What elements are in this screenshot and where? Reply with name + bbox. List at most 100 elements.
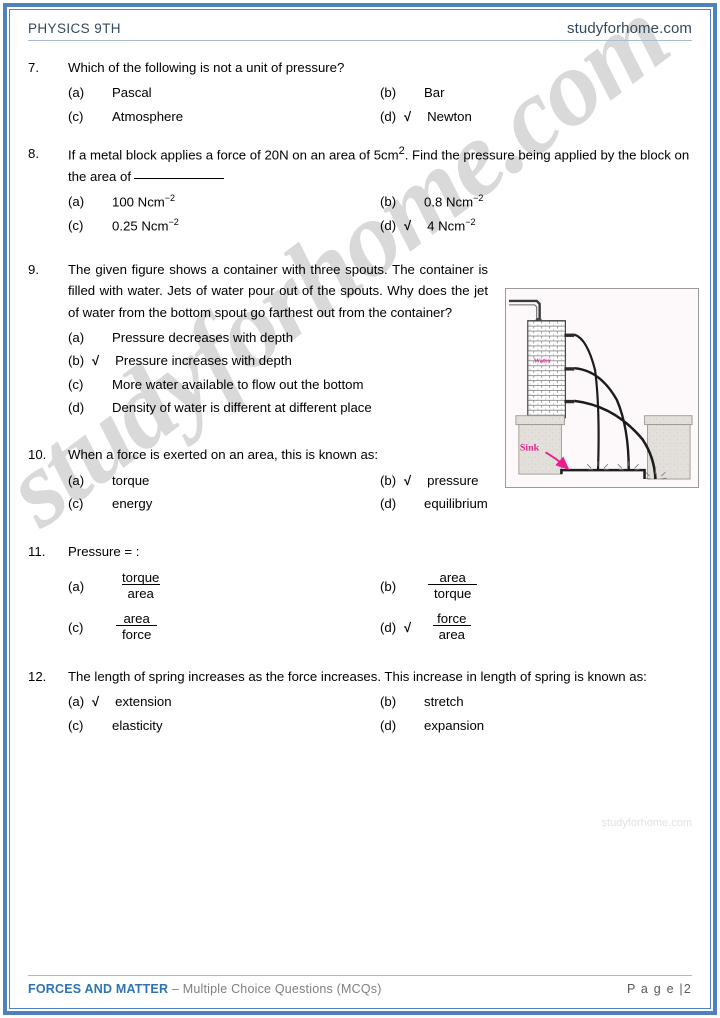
option-9d[interactable]: (d) Density of water is different at dif… xyxy=(68,397,528,418)
option-7c[interactable]: (c) Atmosphere xyxy=(68,106,380,127)
option-8b[interactable]: (b) 0.8 Ncm−2 xyxy=(380,191,692,213)
option-8b-value: 0.8 Ncm−2 xyxy=(424,191,692,213)
option-8c-text: 0.25 Ncm xyxy=(112,218,169,234)
option-11a[interactable]: (a) torque area xyxy=(68,570,380,603)
option-row: (c) elasticity (d) expansion xyxy=(68,715,692,736)
option-8d-sup: −2 xyxy=(465,217,476,228)
option-12a-label: (a) xyxy=(68,694,85,710)
question-12-text: The length of spring increases as the fo… xyxy=(68,668,647,684)
option-10a[interactable]: (a) torque xyxy=(68,470,380,491)
option-12a[interactable]: (a) √ extension xyxy=(68,691,380,712)
option-7a[interactable]: (a) Pascal xyxy=(68,82,380,103)
header-site-name: studyforhome.com xyxy=(567,20,692,37)
question-9-figure: Water Sink xyxy=(505,288,699,488)
option-11b[interactable]: (b) area torque xyxy=(380,570,692,603)
option-row: (a) 100 Ncm−2 (b) 0.8 Ncm−2 xyxy=(68,191,692,213)
question-9-number: 9. xyxy=(28,261,39,277)
option-10a-label: (a) xyxy=(68,472,85,488)
option-8d[interactable]: (d) √ 4 Ncm−2 xyxy=(380,215,692,237)
option-10c-value: energy xyxy=(112,496,153,512)
option-10a-value: torque xyxy=(112,472,150,488)
option-9c[interactable]: (c) More water available to flow out the… xyxy=(68,374,528,395)
option-12b-value: stretch xyxy=(424,694,464,710)
option-10d[interactable]: (d) equilibrium xyxy=(380,493,692,514)
option-8c-value: 0.25 Ncm−2 xyxy=(112,215,380,237)
option-7d[interactable]: (d) √ Newton xyxy=(380,106,692,127)
option-8d-text: 4 Ncm xyxy=(427,218,466,234)
footer-separator: – xyxy=(171,982,180,996)
question-11: 11. Pressure = : (a) torque area (b) are… xyxy=(28,541,692,644)
question-12-stem: 12. The length of spring increases as th… xyxy=(28,666,692,687)
option-12d[interactable]: (d) expansion xyxy=(380,715,692,736)
option-7b-value: Bar xyxy=(424,85,445,101)
option-row: (b) √ Pressure increases with depth xyxy=(68,350,528,371)
water-spouts-diagram: Water Sink xyxy=(506,289,698,487)
option-8a[interactable]: (a) 100 Ncm−2 xyxy=(68,191,380,213)
option-11b-label: (b) xyxy=(380,578,397,594)
option-9a[interactable]: (a) Pressure decreases with depth xyxy=(68,327,528,348)
option-11a-label: (a) xyxy=(68,578,85,594)
question-7: 7. Which of the following is not a unit … xyxy=(28,57,692,127)
option-8a-text: 100 Ncm xyxy=(112,194,165,210)
option-8a-value: 100 Ncm−2 xyxy=(112,191,380,213)
option-row: (c) More water available to flow out the… xyxy=(68,374,528,395)
question-11-number: 11. xyxy=(28,543,46,559)
option-7a-label: (a) xyxy=(68,85,85,101)
option-10c[interactable]: (c) energy xyxy=(68,493,380,514)
footer-subtitle: Multiple Choice Questions (MCQs) xyxy=(182,982,382,996)
page-outer-border: studyforhome.com studyforhome.com PHYSIC… xyxy=(3,3,717,1015)
option-8d-label: (d) xyxy=(380,218,397,234)
page-footer: FORCES AND MATTER – Multiple Choice Ques… xyxy=(28,975,692,996)
option-7d-value: Newton xyxy=(427,108,472,124)
figure-water-label: Water xyxy=(534,357,551,364)
option-9b-label: (b) xyxy=(68,353,85,369)
option-11d[interactable]: (d) √ force area xyxy=(380,611,692,644)
option-8c-label: (c) xyxy=(68,218,84,234)
page: studyforhome.com studyforhome.com PHYSIC… xyxy=(0,0,720,1018)
option-row: (c) energy (d) equilibrium xyxy=(68,493,692,514)
option-row: (c) 0.25 Ncm−2 (d) √ 4 Ncm−2 xyxy=(68,215,692,237)
option-12b[interactable]: (b) stretch xyxy=(380,691,692,712)
correct-answer-tick-icon: √ xyxy=(404,218,412,234)
option-8d-value: 4 Ncm−2 xyxy=(427,215,692,237)
option-row: (a) Pressure decreases with depth xyxy=(68,327,528,348)
option-11c[interactable]: (c) area force xyxy=(68,611,380,644)
option-row: (d) Density of water is different at dif… xyxy=(68,397,528,418)
question-11-stem: 11. Pressure = : xyxy=(28,541,692,562)
footer-title-group: FORCES AND MATTER – Multiple Choice Ques… xyxy=(28,982,382,996)
option-7b[interactable]: (b) Bar xyxy=(380,82,692,103)
option-9c-label: (c) xyxy=(68,376,84,392)
figure-sink-label: Sink xyxy=(520,442,540,453)
option-8c[interactable]: (c) 0.25 Ncm−2 xyxy=(68,215,380,237)
fill-in-blank[interactable] xyxy=(134,177,225,179)
page-header: PHYSICS 9TH studyforhome.com xyxy=(28,20,692,41)
option-9a-label: (a) xyxy=(68,329,85,345)
option-11d-denominator: area xyxy=(432,625,471,643)
option-12c[interactable]: (c) elasticity xyxy=(68,715,380,736)
question-8-text: If a metal block applies a force of 20N … xyxy=(68,143,692,187)
option-12d-value: expansion xyxy=(424,717,485,733)
option-row: (c) Atmosphere (d) √ Newton xyxy=(68,106,692,127)
question-8: 8. If a metal block applies a force of 2… xyxy=(28,143,692,237)
option-9b[interactable]: (b) √ Pressure increases with depth xyxy=(68,350,528,371)
option-7c-value: Atmosphere xyxy=(112,108,184,124)
question-12-options: (a) √ extension (b) stretch (c) elastici… xyxy=(68,691,692,736)
option-11b-denominator: torque xyxy=(428,584,478,602)
header-subject-title: PHYSICS 9TH xyxy=(28,21,121,36)
question-7-text: Which of the following is not a unit of … xyxy=(68,60,345,75)
option-9a-value: Pressure decreases with depth xyxy=(112,329,294,345)
option-8b-sup: −2 xyxy=(473,193,484,204)
question-7-options: (a) Pascal (b) Bar (c) Atmosphere (d) √ … xyxy=(68,82,692,127)
option-8a-label: (a) xyxy=(68,194,85,210)
option-9b-value: Pressure increases with depth xyxy=(115,353,292,369)
option-11d-fraction: force area xyxy=(431,611,472,644)
question-7-number: 7. xyxy=(28,60,39,75)
question-9-text: The given figure shows a container with … xyxy=(68,261,488,320)
page-content: PHYSICS 9TH studyforhome.com 7. Which of… xyxy=(10,10,710,1008)
option-7c-label: (c) xyxy=(68,108,84,124)
option-11c-label: (c) xyxy=(68,619,84,635)
option-9d-label: (d) xyxy=(68,400,85,416)
option-12b-label: (b) xyxy=(380,694,397,710)
option-10b-label: (b) xyxy=(380,472,397,488)
option-10d-label: (d) xyxy=(380,496,397,512)
